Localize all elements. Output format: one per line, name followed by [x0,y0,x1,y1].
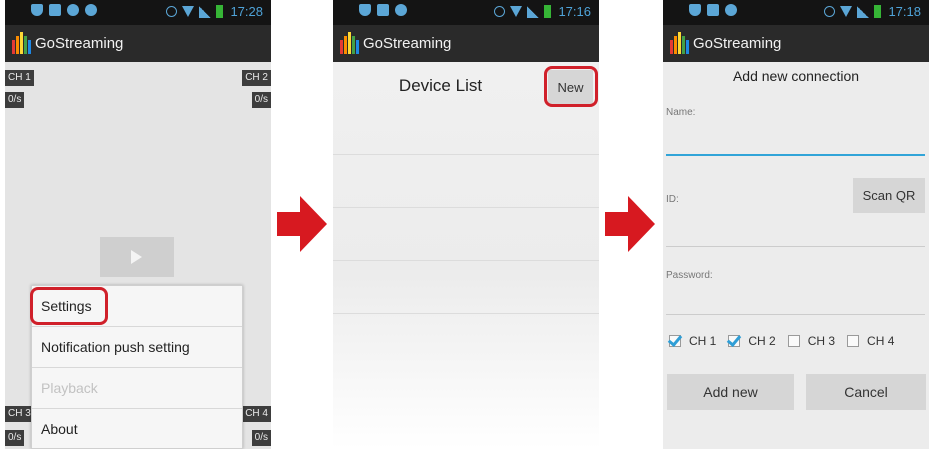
channel-2-rate: 0/s [251,92,271,108]
shield-icon [689,4,701,16]
channel-3-label: CH 3 [5,406,34,422]
tutorial-stage: 17:28 GoStreaming CH 1 0/s CH 2 0/s CH 3… [0,0,931,449]
alarm-icon [166,6,178,17]
channel-4-label: CH 4 [242,406,271,422]
chat-icon [67,4,79,16]
wifi-icon [510,6,523,17]
scan-qr-button[interactable]: Scan QR [853,178,925,213]
device-list: Device List New [333,62,599,449]
play-button[interactable] [100,237,174,277]
status-bar: 17:28 [5,0,271,25]
ch3-checkbox-label: CH 3 [807,334,836,348]
status-time: 17:18 [888,4,921,19]
add-connection-form: Add new connection Name: ID: Scan QR Pas… [663,62,929,449]
add-new-button[interactable]: Add new [667,374,794,410]
screen-device-list: 17:16 GoStreaming Device List New [333,0,599,449]
name-label: Name: [666,107,696,118]
battery-icon [544,5,552,18]
message-icon [725,4,737,16]
status-time: 17:16 [558,4,591,19]
menu-item-playback: Playback [32,368,242,409]
ch1-checkbox[interactable] [669,335,681,347]
wifi-icon [182,6,195,17]
battery-icon [874,5,882,18]
channel-checkbox-row: CH 1 CH 2 CH 3 CH 4 [669,332,929,350]
message-icon [85,4,97,16]
alarm-icon [824,6,836,17]
menu-item-about[interactable]: About [32,409,242,449]
app-logo-icon [669,32,691,54]
alarm-icon [494,6,506,17]
status-bar: 17:16 [333,0,599,25]
step-arrow-2 [605,196,655,252]
channel-2-label: CH 2 [242,70,271,86]
app-logo-icon [11,32,33,54]
cancel-button[interactable]: Cancel [806,374,926,410]
gallery-icon [707,4,719,16]
channel-1-rate: 0/s [5,92,25,108]
message-icon [395,4,407,16]
ch4-checkbox[interactable] [847,335,860,347]
ch2-checkbox[interactable] [728,335,741,347]
app-title: GoStreaming [35,35,124,52]
ch4-checkbox-label: CH 4 [867,334,895,348]
signal-icon [527,5,540,18]
shield-icon [31,4,43,16]
app-title: GoStreaming [693,35,782,52]
page-title: Device List [398,76,483,95]
ch2-checkbox-label: CH 2 [748,334,776,348]
signal-icon [857,5,870,18]
menu-item-notification-push[interactable]: Notification push setting [32,327,242,368]
dialog-title: Add new connection [732,68,860,84]
list-divider [333,313,599,314]
channel-3-rate: 0/s [5,430,25,446]
channel-4-rate: 0/s [251,430,271,446]
id-input[interactable] [666,246,925,247]
app-bar: GoStreaming [333,25,599,62]
name-input[interactable] [666,154,925,156]
highlight-new [544,66,598,107]
screen-main-menu: 17:28 GoStreaming CH 1 0/s CH 2 0/s CH 3… [5,0,271,449]
wifi-icon [840,6,853,17]
gallery-icon [49,4,61,16]
battery-icon [216,5,224,18]
app-bar: GoStreaming [5,25,271,62]
gallery-icon [377,4,389,16]
channel-1-label: CH 1 [5,70,34,86]
highlight-settings [30,287,108,325]
signal-icon [199,5,212,18]
play-icon [131,250,142,264]
screen-add-connection: 17:18 GoStreaming Add new connection Nam… [663,0,929,449]
id-label: ID: [666,194,679,205]
app-title: GoStreaming [363,35,452,52]
ch1-checkbox-label: CH 1 [689,334,717,348]
list-divider [333,154,599,155]
ch3-checkbox[interactable] [787,335,800,347]
password-input[interactable] [666,314,925,315]
list-divider [333,260,599,261]
status-bar: 17:18 [663,0,929,25]
app-logo-icon [339,32,361,54]
status-time: 17:28 [230,4,263,19]
list-divider [333,207,599,208]
step-arrow-1 [277,196,327,252]
app-bar: GoStreaming [663,25,929,62]
password-label: Password: [666,270,713,281]
shield-icon [359,4,371,16]
